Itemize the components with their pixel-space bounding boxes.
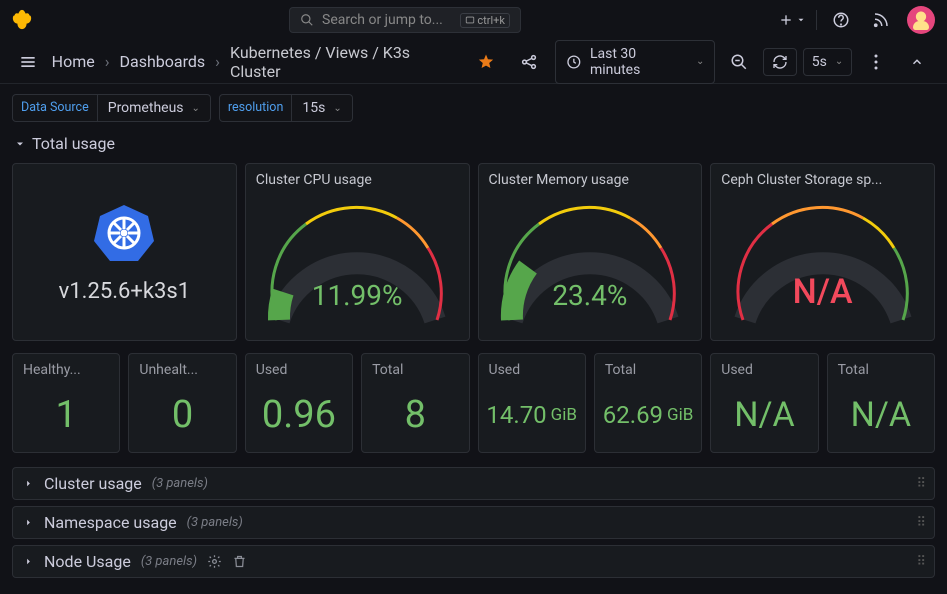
share-icon[interactable] [512,46,548,78]
search-input[interactable]: Search or jump to... ctrl+k [289,7,521,33]
stat-mem-total[interactable]: Total 62.69GiB [594,353,702,453]
topbar: Search or jump to... ctrl+k [0,0,947,40]
section-toggle-cluster-usage[interactable]: Cluster usage (3 panels) ⠿ [12,467,935,500]
stat-cpu-used[interactable]: Used 0.96 [245,353,353,453]
panel-title: Cluster CPU usage [246,164,469,196]
panel-k8s-version[interactable]: v1.25.6+k3s1 [12,163,237,341]
stat-healthy[interactable]: Healthy... 1 [12,353,120,453]
stat-cpu-total[interactable]: Total 8 [361,353,469,453]
chevron-down-icon [14,138,26,150]
chevron-right-icon [23,517,34,528]
drag-handle-icon[interactable]: ⠿ [916,554,928,569]
help-icon[interactable] [823,4,859,36]
gauge-chart [257,202,457,332]
chevron-down-icon: ⌄ [333,103,341,114]
breadcrumb: Home › Dashboards › Kubernetes / Views /… [52,43,460,81]
gauge-value: 11.99% [257,279,457,312]
refresh-interval-picker[interactable]: 5s ⌄ [803,48,852,76]
stat-ceph-total[interactable]: Total N/A [827,353,935,453]
time-range-picker[interactable]: Last 30 minutes ⌄ [555,40,715,84]
k8s-version-text: v1.25.6+k3s1 [59,279,190,304]
panel-title: Cluster Memory usage [479,164,702,196]
chevron-right-icon: › [105,52,110,71]
drag-handle-icon[interactable]: ⠿ [916,515,928,530]
chevron-down-icon: ⌄ [696,56,704,67]
collapsed-sections: Cluster usage (3 panels) ⠿ Namespace usa… [0,461,947,578]
breadcrumb-home[interactable]: Home [52,52,95,71]
gauge-value: 23.4% [490,279,690,312]
gear-icon[interactable] [207,554,222,569]
section-toggle-namespace-usage[interactable]: Namespace usage (3 panels) ⠿ [12,506,935,539]
trash-icon[interactable] [232,554,247,569]
star-icon[interactable] [468,46,504,78]
datasource-label: Data Source [12,94,98,122]
variable-row: Data Source Prometheus ⌄ resolution 15s … [0,84,947,128]
drag-handle-icon[interactable]: ⠿ [916,476,928,491]
stat-mem-used[interactable]: Used 14.70GiB [478,353,586,453]
breadcrumb-current: Kubernetes / Views / K3s Cluster [230,43,460,81]
collapse-icon[interactable] [900,46,935,78]
section-title: Total usage [32,134,115,153]
chevron-right-icon [23,478,34,489]
more-icon[interactable] [858,46,893,78]
section-toggle-node-usage[interactable]: Node Usage (3 panels) ⠿ [12,545,935,578]
gauge-chart [723,202,923,332]
subbar: Home › Dashboards › Kubernetes / Views /… [0,40,947,84]
grafana-logo[interactable] [8,6,36,34]
stat-ceph-used[interactable]: Used N/A [710,353,818,453]
panel-cpu-usage[interactable]: Cluster CPU usage 11.99% [245,163,470,341]
gauge-chart [490,202,690,332]
datasource-select[interactable]: Prometheus ⌄ [98,94,211,122]
chevron-right-icon [23,556,34,567]
search-placeholder: Search or jump to... [322,12,443,28]
gauge-value: N/A [723,272,923,312]
add-menu[interactable] [774,4,810,36]
chevron-down-icon: ⌄ [835,56,843,67]
panel-ceph-storage[interactable]: Ceph Cluster Storage sp... N/A [710,163,935,341]
user-avatar[interactable] [903,4,939,36]
panel-row-1: v1.25.6+k3s1 Cluster CPU usage 11.99% Cl… [0,159,947,349]
panel-row-2: Healthy... 1 Unhealt... 0 Used 0.96 Tota… [0,349,947,461]
kubernetes-icon [92,201,156,265]
refresh-button[interactable] [763,48,797,76]
zoom-out-icon[interactable] [721,46,756,78]
stat-unhealthy[interactable]: Unhealt... 0 [128,353,236,453]
menu-toggle[interactable] [12,46,44,78]
search-shortcut: ctrl+k [460,13,510,28]
chevron-down-icon: ⌄ [192,103,200,114]
news-icon[interactable] [863,4,899,36]
chevron-right-icon: › [215,52,220,71]
breadcrumb-dashboards[interactable]: Dashboards [120,52,206,71]
panel-memory-usage[interactable]: Cluster Memory usage 23.4% [478,163,703,341]
section-toggle-total-usage[interactable]: Total usage [0,128,947,159]
panel-title: Ceph Cluster Storage sp... [711,164,934,196]
resolution-label: resolution [219,94,292,122]
resolution-select[interactable]: 15s ⌄ [292,94,352,122]
